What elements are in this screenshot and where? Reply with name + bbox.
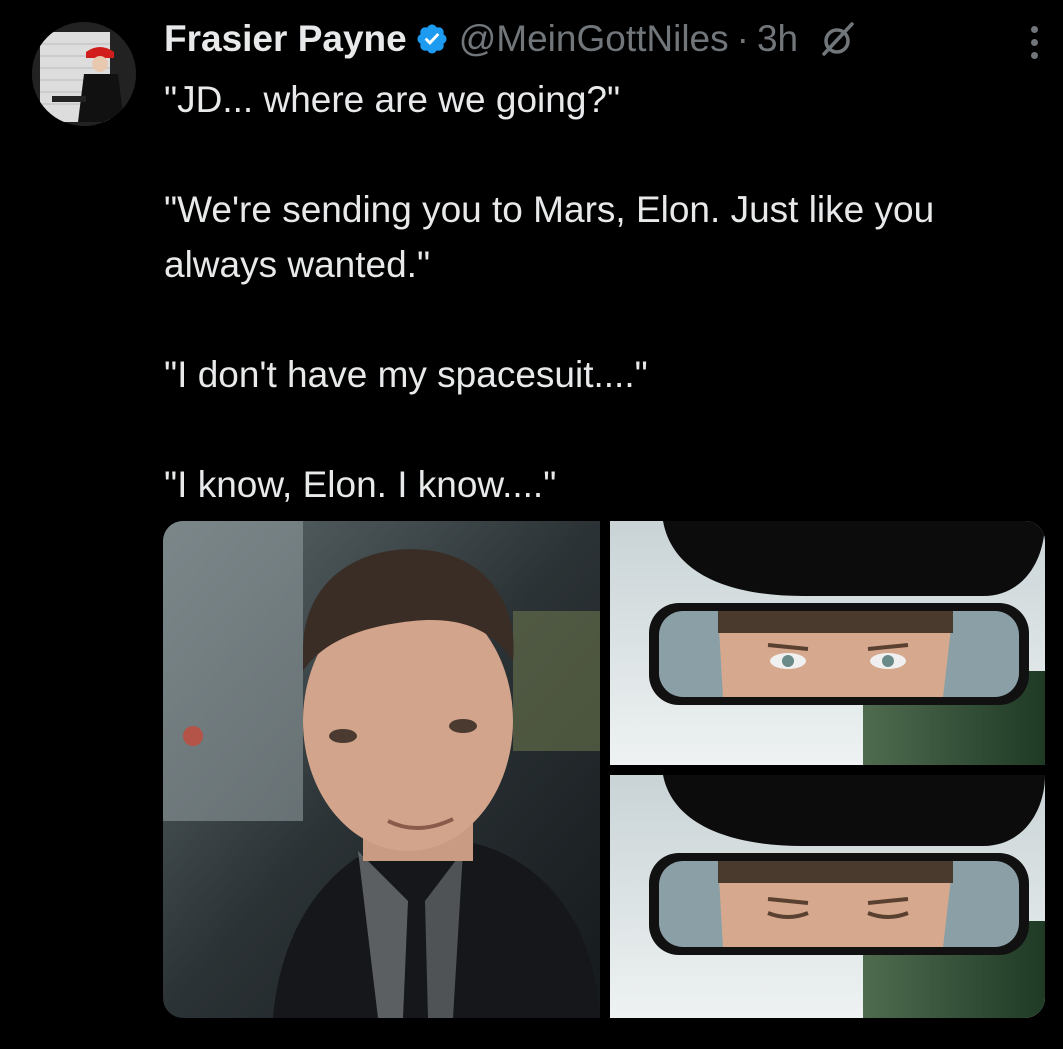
avatar[interactable] bbox=[32, 22, 136, 126]
post-text: "JD... where are we going?" "We're sendi… bbox=[164, 72, 1054, 512]
post-media[interactable] bbox=[163, 521, 1045, 1018]
meme-image[interactable] bbox=[163, 521, 1045, 1018]
verified-badge-icon bbox=[415, 22, 449, 56]
separator-dot: · bbox=[736, 18, 749, 59]
post-line: "I know, Elon. I know...." bbox=[164, 464, 557, 505]
post-line: "We're sending you to Mars, Elon. Just l… bbox=[164, 189, 935, 285]
post-header: Frasier Payne @MeinGottNiles · 3h bbox=[164, 14, 856, 64]
grok-icon[interactable] bbox=[818, 20, 856, 58]
more-options-icon[interactable] bbox=[1027, 26, 1041, 66]
post-line: "I don't have my spacesuit...." bbox=[164, 354, 648, 395]
post-line: "JD... where are we going?" bbox=[164, 79, 621, 120]
post-time[interactable]: 3h bbox=[757, 18, 798, 60]
author-handle[interactable]: @MeinGottNiles bbox=[459, 18, 729, 60]
author-name[interactable]: Frasier Payne bbox=[164, 18, 407, 60]
